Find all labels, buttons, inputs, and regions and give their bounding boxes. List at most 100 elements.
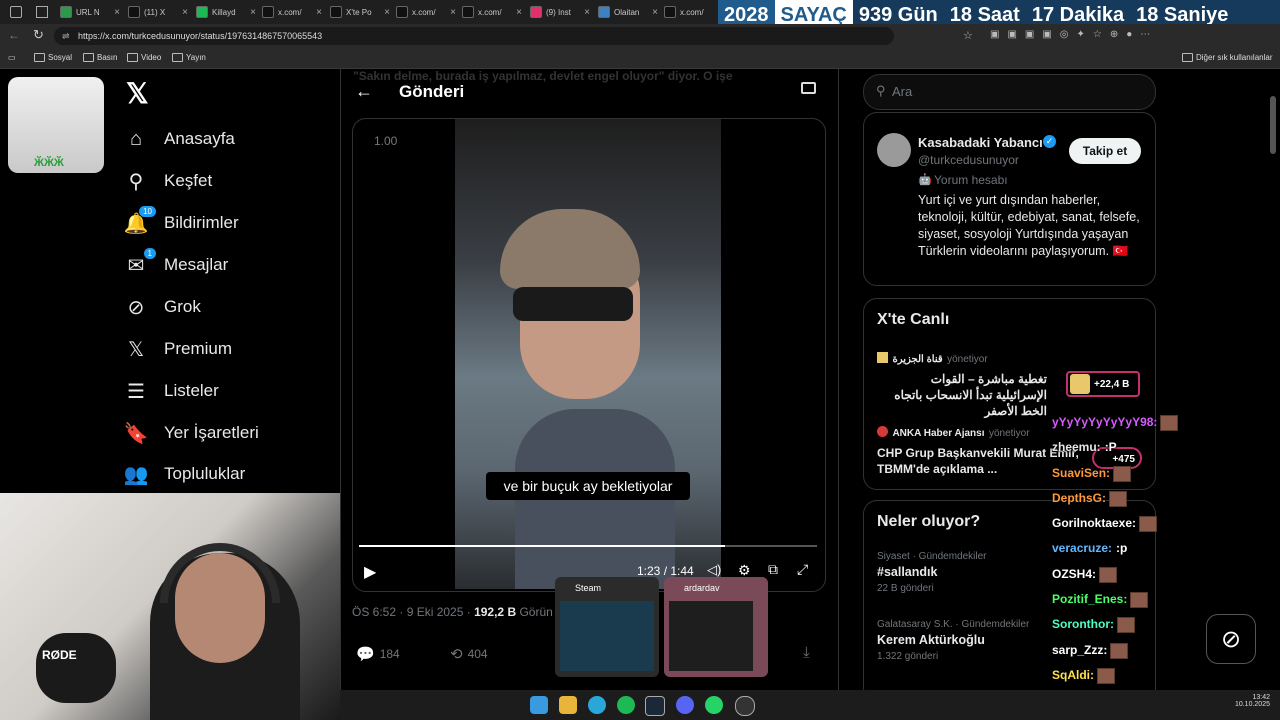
follow-button[interactable]: Takip et	[1069, 138, 1141, 164]
tab-favicon-icon	[396, 6, 408, 18]
time-total: 1:44	[670, 564, 694, 578]
browser-tab[interactable]: x.com/ ×	[462, 2, 522, 22]
browser-tab[interactable]: x.com/ ×	[262, 2, 322, 22]
window-menu-icon[interactable]	[10, 6, 22, 18]
spotify-icon[interactable]	[617, 696, 635, 714]
browser-tab[interactable]: (9) Inst ×	[530, 2, 590, 22]
tab-close-icon[interactable]: ×	[246, 7, 256, 18]
chat-username: DepthsG:	[1052, 491, 1106, 506]
site-info-icon[interactable]: ⇌	[62, 31, 70, 42]
start-icon[interactable]	[530, 696, 548, 714]
trend-posts: 22 B gönderi	[877, 583, 934, 594]
nav-item-label: Anasayfa	[164, 129, 235, 148]
tab-close-icon[interactable]: ×	[512, 7, 522, 18]
pip-icon[interactable]: ⧉	[768, 561, 778, 578]
chat-message: OZSH4:	[1052, 567, 1118, 583]
browser-tab[interactable]: x.com/×	[664, 2, 724, 22]
reload-icon[interactable]: ↻	[33, 27, 44, 43]
avatar[interactable]	[877, 133, 911, 167]
tab-close-icon[interactable]: ×	[648, 7, 658, 18]
bookmark-folder-yayin[interactable]: Yayın	[172, 53, 206, 62]
nav-item[interactable]: ☰ Listeler	[124, 379, 219, 403]
whatsapp-icon[interactable]	[705, 696, 723, 714]
ardardav-preview[interactable]: ardardav	[664, 577, 768, 677]
trend-item[interactable]: Siyaset · Gündemdekiler #sallandık 22 B …	[877, 551, 987, 594]
bookmark-folder-sosyal[interactable]: Sosyal	[34, 53, 72, 62]
star-icon[interactable]: ☆	[963, 29, 973, 42]
repost-button[interactable]: ⟲ 404	[450, 645, 488, 663]
back-arrow-icon[interactable]: ←	[355, 81, 373, 102]
discord-icon[interactable]	[676, 696, 694, 714]
file-explorer-icon[interactable]	[559, 696, 577, 714]
nav-item[interactable]: 🔔 10 Bildirimler	[124, 206, 239, 235]
tab-label: x.com/	[478, 7, 502, 17]
nav-item-label: Mesajlar	[164, 255, 229, 274]
steam-preview[interactable]: Steam	[555, 577, 659, 677]
tab-close-icon[interactable]: ×	[380, 7, 390, 18]
reading-list-icon[interactable]: ▭	[8, 53, 16, 62]
reply-button[interactable]: 💬 184	[356, 645, 400, 663]
live-host-logo	[877, 426, 888, 438]
tab-close-icon[interactable]: ×	[580, 7, 590, 18]
x-logo-icon[interactable]: 𝕏	[126, 77, 149, 110]
reader-view-icon[interactable]	[801, 82, 816, 94]
play-icon[interactable]: ▶	[364, 562, 376, 582]
fullscreen-icon[interactable]: ⤢	[797, 561, 808, 578]
live-thumb	[1070, 374, 1090, 394]
nav-item[interactable]: ⚲ Keşfet	[124, 169, 213, 193]
taskbar	[340, 690, 1280, 720]
chat-emote-icon	[1117, 617, 1135, 633]
scrollbar[interactable]	[1270, 96, 1276, 154]
bookmark-folder-basin[interactable]: Basın	[83, 53, 117, 62]
search-box[interactable]: ⚲ Ara	[863, 74, 1156, 110]
chat-message: veracruze::p	[1052, 541, 1127, 555]
browser-tab[interactable]: X'te Po ×	[330, 2, 390, 22]
progress-fill	[359, 545, 726, 547]
bookmark-folder-other[interactable]: Diğer sık kullanılanlar	[1182, 53, 1272, 62]
tab-close-icon[interactable]: ×	[178, 7, 188, 18]
steam-icon[interactable]	[645, 696, 665, 716]
browser-tab[interactable]: Olaitan ×	[598, 2, 658, 22]
chat-username: Pozitif_Enes:	[1052, 592, 1128, 607]
trend-item[interactable]: Galatasaray S.K. · Gündemdekiler Kerem A…	[877, 619, 1029, 662]
url-field[interactable]: https://x.com/turkcedusunuyor/status/197…	[54, 27, 894, 45]
volume-icon[interactable]: ◁)	[707, 562, 721, 578]
obs-icon[interactable]	[735, 696, 755, 716]
nav-item-label: Topluluklar	[164, 464, 246, 483]
tab-close-icon[interactable]: ×	[110, 7, 120, 18]
tab-close-icon[interactable]: ×	[446, 7, 456, 18]
edge-icon[interactable]	[588, 696, 606, 714]
extension-icons[interactable]: ▣▣▣▣◎✦☆⊕●⋯	[990, 29, 1158, 40]
microphone	[36, 633, 116, 703]
live-role: yönetiyor	[947, 354, 988, 365]
tab-label: x.com/	[278, 7, 302, 17]
browser-tab[interactable]: x.com/×	[396, 2, 456, 22]
system-clock[interactable]: 13:42 10.10.2025	[1226, 694, 1270, 708]
tab-close-icon[interactable]: ×	[312, 7, 322, 18]
chat-username: Soronthor:	[1052, 617, 1114, 632]
back-icon[interactable]: ←	[8, 28, 20, 42]
progress-track[interactable]	[359, 545, 817, 547]
live-host: قناة الجزيرة	[892, 354, 943, 365]
profile-name[interactable]: Kasabadaki Yabancı	[918, 135, 1043, 150]
tab-list-icon[interactable]	[36, 6, 48, 18]
nav-item-label: Yer İşaretleri	[164, 423, 259, 442]
chat-text: :P	[1104, 440, 1117, 454]
browser-tab[interactable]: (11) X ×	[128, 2, 188, 22]
nav-item[interactable]: 👥 Topluluklar	[124, 462, 246, 486]
nav-item[interactable]: ⌂ Anasayfa	[124, 127, 235, 151]
nav-item[interactable]: 🔖 Yer İşaretleri	[124, 421, 259, 445]
tab-favicon-icon	[128, 6, 140, 18]
bookmark-folder-video[interactable]: Video	[127, 53, 161, 62]
grok-fab[interactable]: ⊘	[1206, 614, 1256, 664]
nav-item[interactable]: ⊘ Grok	[124, 295, 201, 319]
live-count: +475	[1112, 454, 1135, 465]
browser-tab[interactable]: URL N ×	[60, 2, 120, 22]
nav-item[interactable]: 𝕏 Premium	[124, 337, 232, 361]
nav-item[interactable]: ✉ 1 Mesajlar	[124, 248, 229, 277]
clock-date: 10.10.2025	[1234, 701, 1270, 708]
search-icon: ⚲	[128, 170, 144, 193]
account-type: Yorum hesabı	[934, 173, 1008, 187]
download-icon[interactable]: ⤓	[803, 644, 810, 661]
browser-tab[interactable]: Killayd ×	[196, 2, 256, 22]
